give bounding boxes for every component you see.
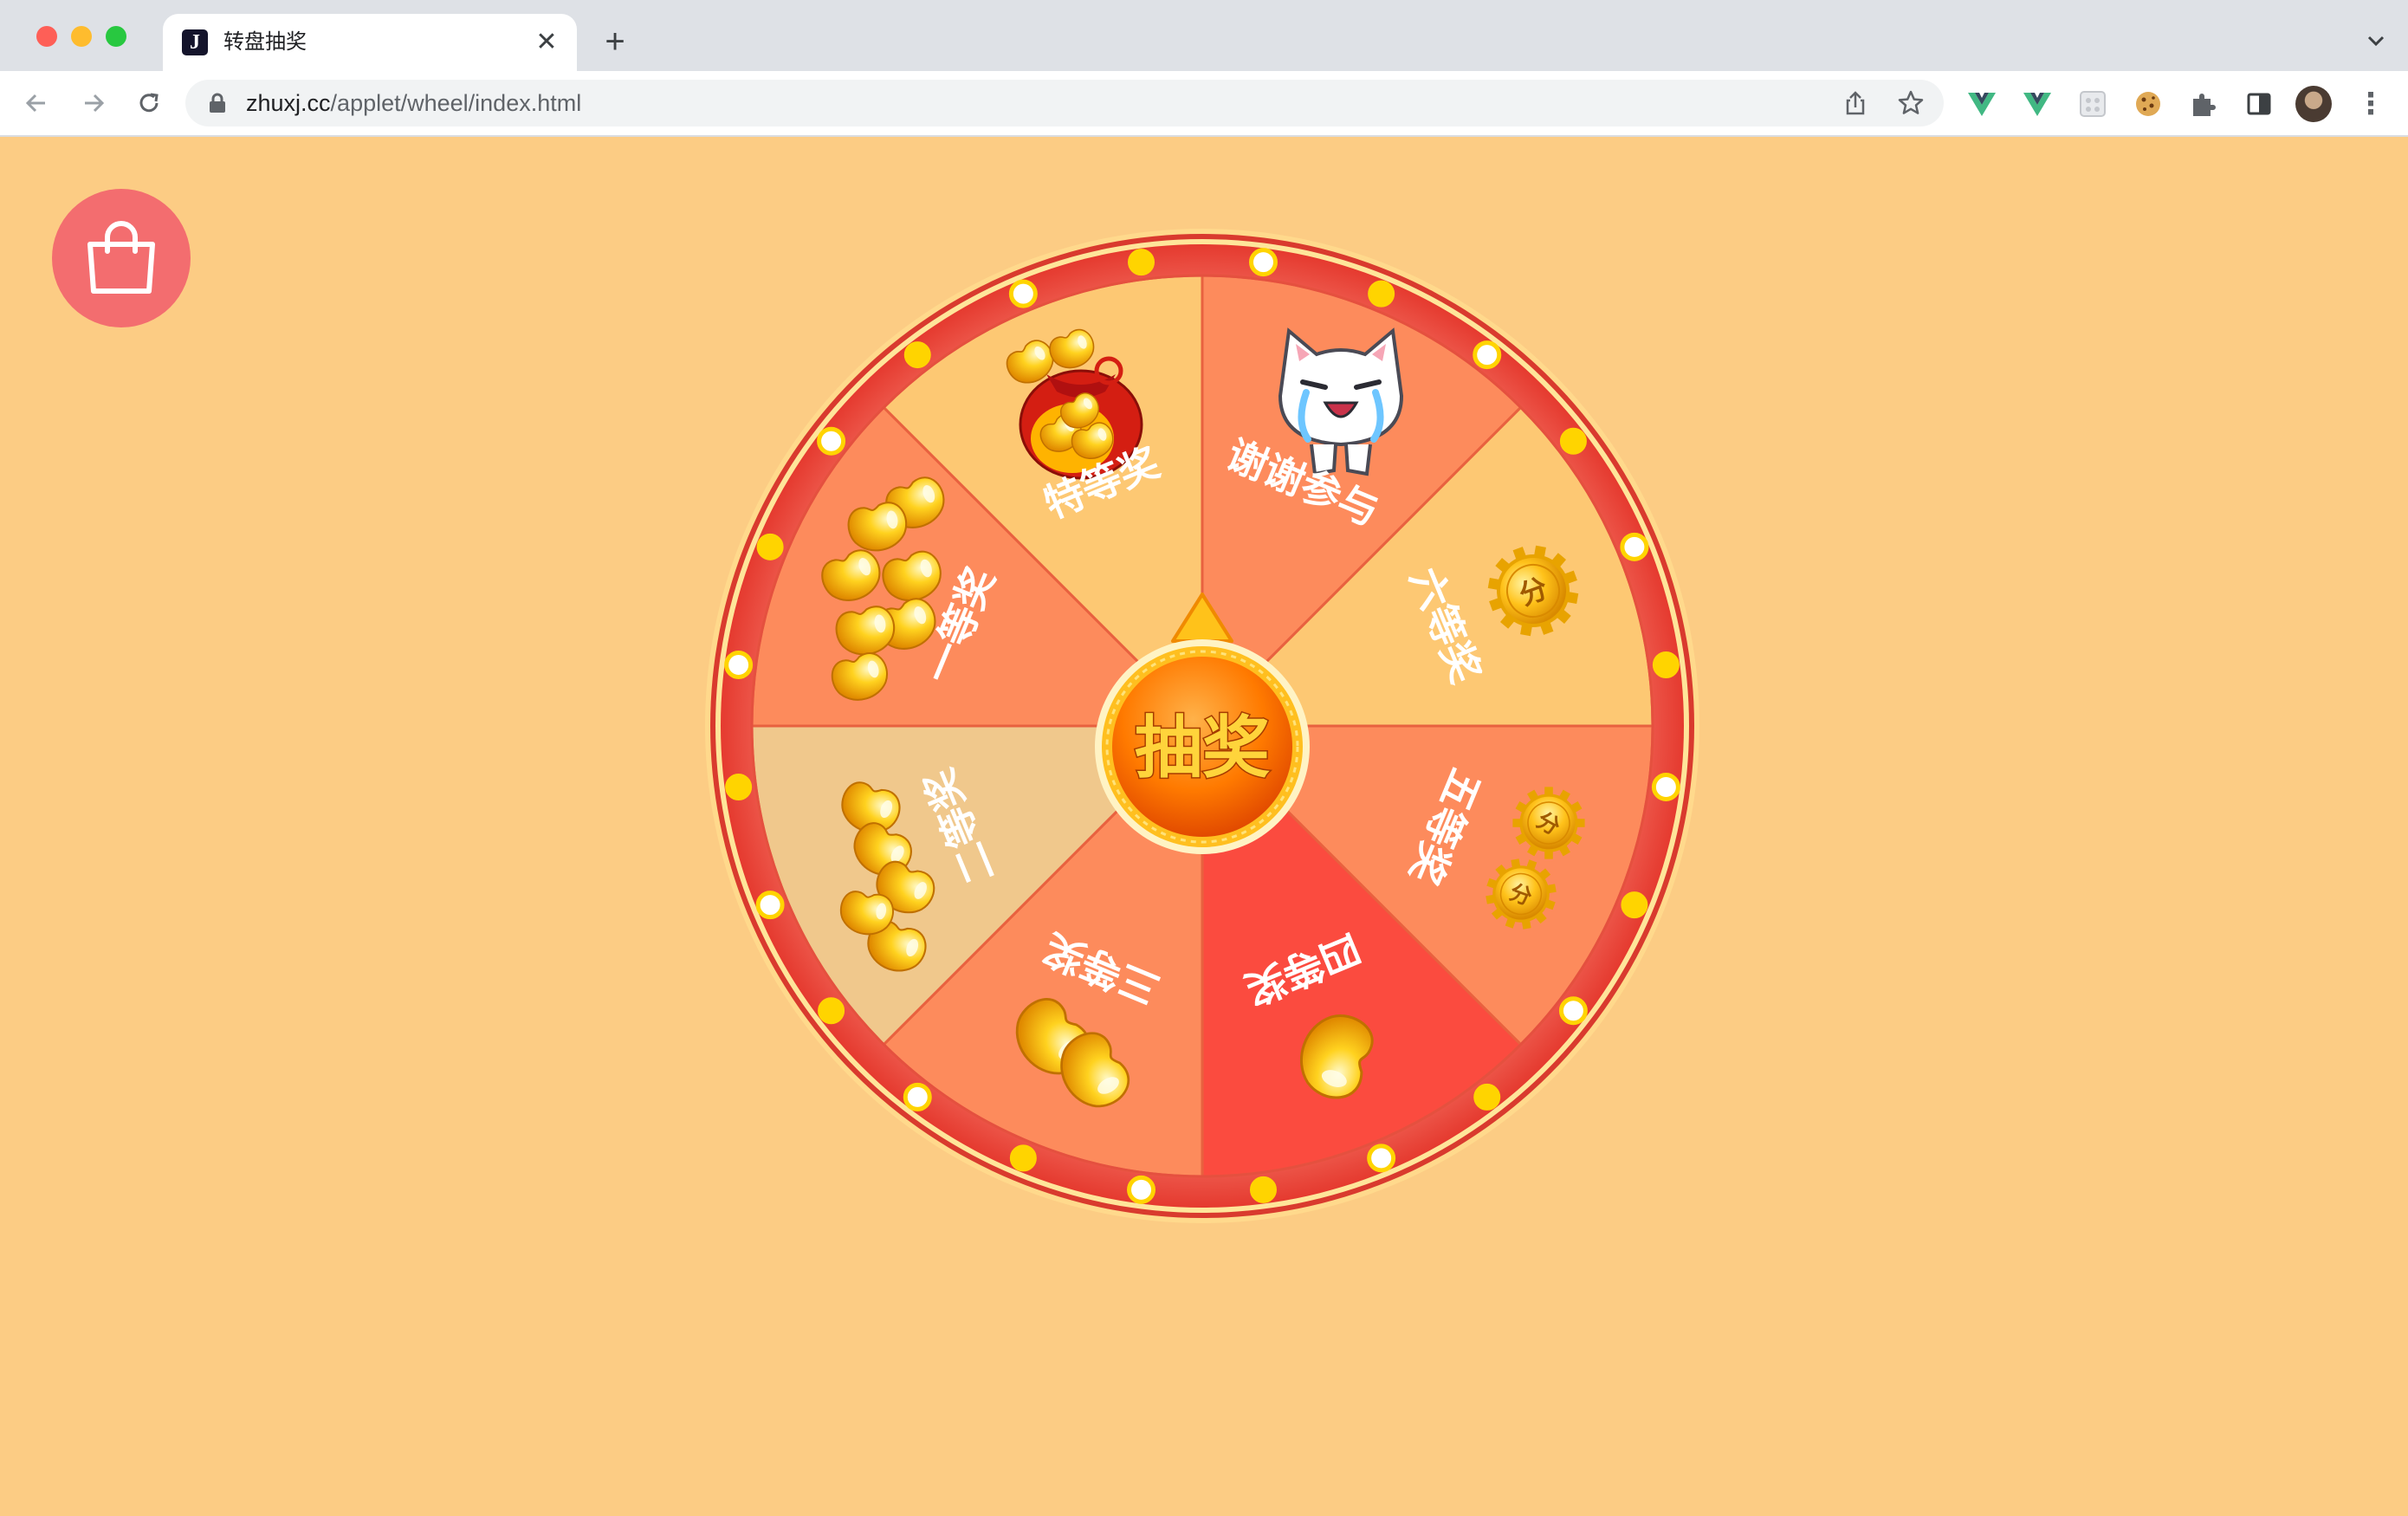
wheel-light bbox=[1248, 248, 1278, 277]
url-host: zhuxj.cc bbox=[246, 90, 331, 116]
tab-close-icon[interactable]: ✕ bbox=[532, 28, 561, 57]
shopping-bag-button[interactable] bbox=[52, 189, 191, 327]
url-text[interactable]: zhuxj.cc/applet/wheel/index.html bbox=[246, 88, 581, 118]
start-button-label: 抽奖 bbox=[1135, 709, 1270, 787]
window-zoom-button[interactable] bbox=[106, 26, 126, 47]
wheel-light bbox=[818, 997, 845, 1025]
wheel-light bbox=[1128, 249, 1155, 276]
wheel-light bbox=[1652, 651, 1680, 679]
share-icon[interactable] bbox=[1842, 89, 1869, 117]
wheel-light bbox=[1473, 340, 1502, 370]
cookie-icon[interactable] bbox=[2133, 88, 2164, 120]
prize-wheel: 分 bbox=[703, 227, 1701, 1225]
site-favicon-icon: J bbox=[182, 29, 208, 55]
shopping-bag-icon bbox=[87, 221, 155, 294]
wheel-light bbox=[1008, 279, 1038, 308]
wheel-light bbox=[755, 891, 785, 920]
wheel-light bbox=[724, 651, 754, 680]
address-bar[interactable]: zhuxj.cc/applet/wheel/index.html bbox=[185, 80, 1944, 126]
wheel-light bbox=[1621, 891, 1648, 919]
reload-icon[interactable] bbox=[133, 87, 165, 119]
wheel-light bbox=[817, 426, 846, 456]
wheel-light bbox=[903, 341, 931, 369]
wheel-light bbox=[1368, 280, 1395, 308]
more-menu-icon[interactable]: ⋮ bbox=[2356, 88, 2385, 120]
lock-icon[interactable] bbox=[208, 93, 227, 113]
wheel-light bbox=[1009, 1144, 1037, 1172]
puzzle-icon[interactable] bbox=[2188, 88, 2219, 120]
browser-toolbar: zhuxj.cc/applet/wheel/index.html ⋮ bbox=[0, 71, 2408, 137]
browser-tab-strip: J 转盘抽奖 ✕ + bbox=[0, 0, 2408, 71]
browser-tab-active[interactable]: J 转盘抽奖 ✕ bbox=[163, 14, 577, 71]
forward-icon[interactable] bbox=[78, 87, 109, 119]
profile-avatar[interactable] bbox=[2295, 86, 2332, 122]
wheel-light bbox=[1620, 532, 1649, 561]
side-panel-icon[interactable] bbox=[2243, 88, 2275, 120]
extension-icon[interactable] bbox=[2077, 88, 2108, 120]
window-minimize-button[interactable] bbox=[71, 26, 92, 47]
wheel-light bbox=[725, 773, 753, 800]
vue-devtools-icon[interactable] bbox=[1966, 88, 1997, 120]
wheel-light bbox=[1367, 1143, 1396, 1173]
tab-title: 转盘抽奖 bbox=[223, 30, 307, 54]
vue-devtools-icon[interactable] bbox=[2022, 88, 2053, 120]
wheel-light bbox=[1559, 427, 1587, 455]
wheel-light bbox=[1473, 1083, 1501, 1111]
wheel-light bbox=[1651, 772, 1680, 801]
url-path: /applet/wheel/index.html bbox=[330, 90, 582, 116]
wheel-light bbox=[903, 1082, 932, 1111]
wheel-light bbox=[1558, 996, 1588, 1026]
bookmark-star-icon[interactable] bbox=[1897, 89, 1925, 117]
window-close-button[interactable] bbox=[36, 26, 57, 47]
back-icon[interactable] bbox=[21, 87, 52, 119]
wheel-light bbox=[756, 533, 784, 560]
wheel-light bbox=[1127, 1175, 1156, 1204]
new-tab-icon[interactable]: + bbox=[598, 24, 632, 59]
wheel-light bbox=[1249, 1176, 1277, 1203]
tab-search-chevron-icon[interactable] bbox=[2363, 28, 2389, 54]
